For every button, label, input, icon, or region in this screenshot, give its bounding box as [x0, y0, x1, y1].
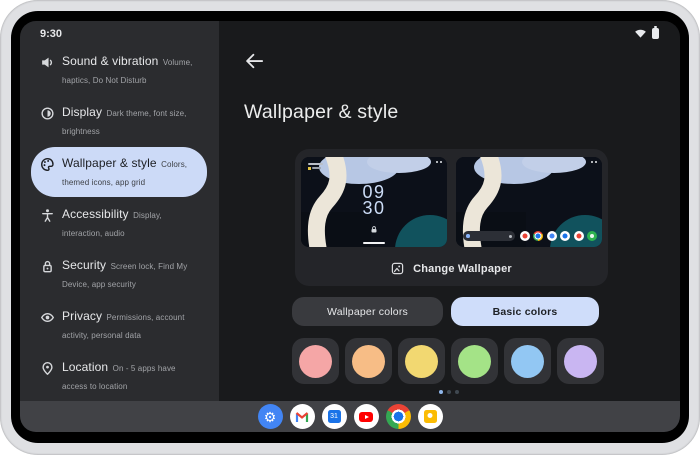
color-mode-tabs: Wallpaper colors Basic colors [292, 297, 605, 326]
phone-mini-icon [587, 231, 597, 241]
color-swatch-orange[interactable] [345, 338, 392, 384]
status-icons [634, 26, 659, 39]
speaker-icon [40, 55, 55, 70]
page-dot [454, 390, 459, 394]
swatch-circle [564, 344, 597, 378]
lock-screen-preview[interactable]: 09 30 [301, 157, 447, 247]
sidebar-item-privacy[interactable]: Privacy Permissions, account activity, p… [31, 300, 207, 350]
color-swatch-yellow[interactable] [398, 338, 445, 384]
screen: 9:30 Sound & vibration Volume, haptics, … [11, 11, 689, 443]
sidebar-item-label: Security [62, 258, 107, 272]
lock-clock: 09 30 [362, 182, 386, 218]
sidebar-item-label: Location [62, 360, 109, 374]
sidebar-item-label: Wallpaper & style [62, 156, 157, 170]
gmail-mini-icon [519, 231, 530, 241]
sidebar-item-security[interactable]: Security Screen lock, Find My Device, ap… [31, 249, 207, 299]
home-indicator [363, 241, 385, 244]
calendar-app-icon[interactable]: 31 [321, 404, 347, 429]
lock-icon [40, 259, 55, 274]
swatch-circle [511, 344, 544, 378]
lock-glyph-icon [371, 220, 377, 238]
sidebar-item-display[interactable]: Display Dark theme, font size, brightnes… [31, 96, 207, 146]
sidebar-item-label: Sound & vibration [62, 54, 159, 68]
settings-app-icon[interactable]: ⚙ [257, 404, 283, 429]
drive-mini-icon [560, 231, 570, 241]
privacy-eye-icon [40, 310, 55, 325]
wifi-icon [635, 29, 646, 38]
sidebar-item-sound[interactable]: Sound & vibration Volume, haptics, Do No… [31, 45, 207, 95]
sidebar-item-label: Display [62, 105, 103, 119]
home-screen-preview[interactable] [456, 157, 602, 247]
sidebar-item-accessibility[interactable]: Accessibility Display, interaction, audi… [31, 198, 207, 248]
swatch-circle [299, 344, 332, 378]
chrome-app-icon[interactable] [385, 404, 411, 429]
sidebar-item-label: Accessibility [62, 207, 129, 221]
wallpaper-style-pane: Wallpaper & style 09 30 Change Wallpaper… [219, 21, 680, 401]
swatch-circle [458, 344, 491, 378]
display-brightness-icon [40, 106, 55, 121]
dock-mini [519, 231, 597, 241]
preview-status-icons [591, 161, 597, 163]
basic-color-swatches [292, 338, 604, 384]
color-swatch-blue[interactable] [504, 338, 551, 384]
wallpaper-preview-card: 09 30 Change Wallpaper [295, 149, 608, 286]
battery-icon [652, 26, 659, 39]
gmail-app-icon[interactable] [289, 404, 315, 429]
accessibility-icon [40, 208, 55, 223]
lock-date-widget [308, 163, 323, 170]
location-pin-icon [40, 361, 55, 376]
youtube-app-icon[interactable] [353, 404, 379, 429]
page-title: Wallpaper & style [244, 101, 399, 123]
color-swatch-pink[interactable] [292, 338, 339, 384]
sidebar-item-wallpaper-style[interactable]: Wallpaper & style Colors, themed icons, … [31, 147, 207, 197]
color-swatch-purple[interactable] [557, 338, 604, 384]
status-time: 9:30 [40, 28, 63, 40]
keep-app-icon[interactable] [417, 404, 443, 429]
tab-wallpaper-colors[interactable]: Wallpaper colors [292, 297, 443, 326]
settings-app-window: 9:30 Sound & vibration Volume, haptics, … [20, 21, 680, 432]
page-dot [438, 390, 443, 394]
swatch-circle [352, 344, 385, 378]
wallpaper-image-icon [391, 262, 404, 275]
photos-mini-icon [573, 231, 584, 241]
preview-status-icons [436, 161, 442, 163]
page-dot [446, 390, 451, 394]
calendar-mini-icon [546, 231, 557, 241]
back-button[interactable] [244, 51, 264, 71]
settings-sidebar: 9:30 Sound & vibration Volume, haptics, … [20, 21, 219, 401]
tab-basic-colors[interactable]: Basic colors [451, 297, 599, 326]
color-swatch-green[interactable] [451, 338, 498, 384]
sidebar-item-label: Privacy [62, 309, 103, 323]
page-indicator[interactable] [292, 390, 605, 394]
palette-icon [40, 157, 55, 172]
change-wallpaper-button[interactable]: Change Wallpaper [295, 262, 608, 275]
taskbar: ⚙ 31 [20, 401, 680, 432]
change-wallpaper-label: Change Wallpaper [413, 262, 512, 275]
sidebar-item-location[interactable]: Location On - 5 apps have access to loca… [31, 351, 207, 401]
search-bar-mini [463, 231, 515, 241]
swatch-circle [405, 344, 438, 378]
chrome-mini-icon [533, 231, 543, 241]
tablet-frame: 9:30 Sound & vibration Volume, haptics, … [0, 0, 700, 455]
